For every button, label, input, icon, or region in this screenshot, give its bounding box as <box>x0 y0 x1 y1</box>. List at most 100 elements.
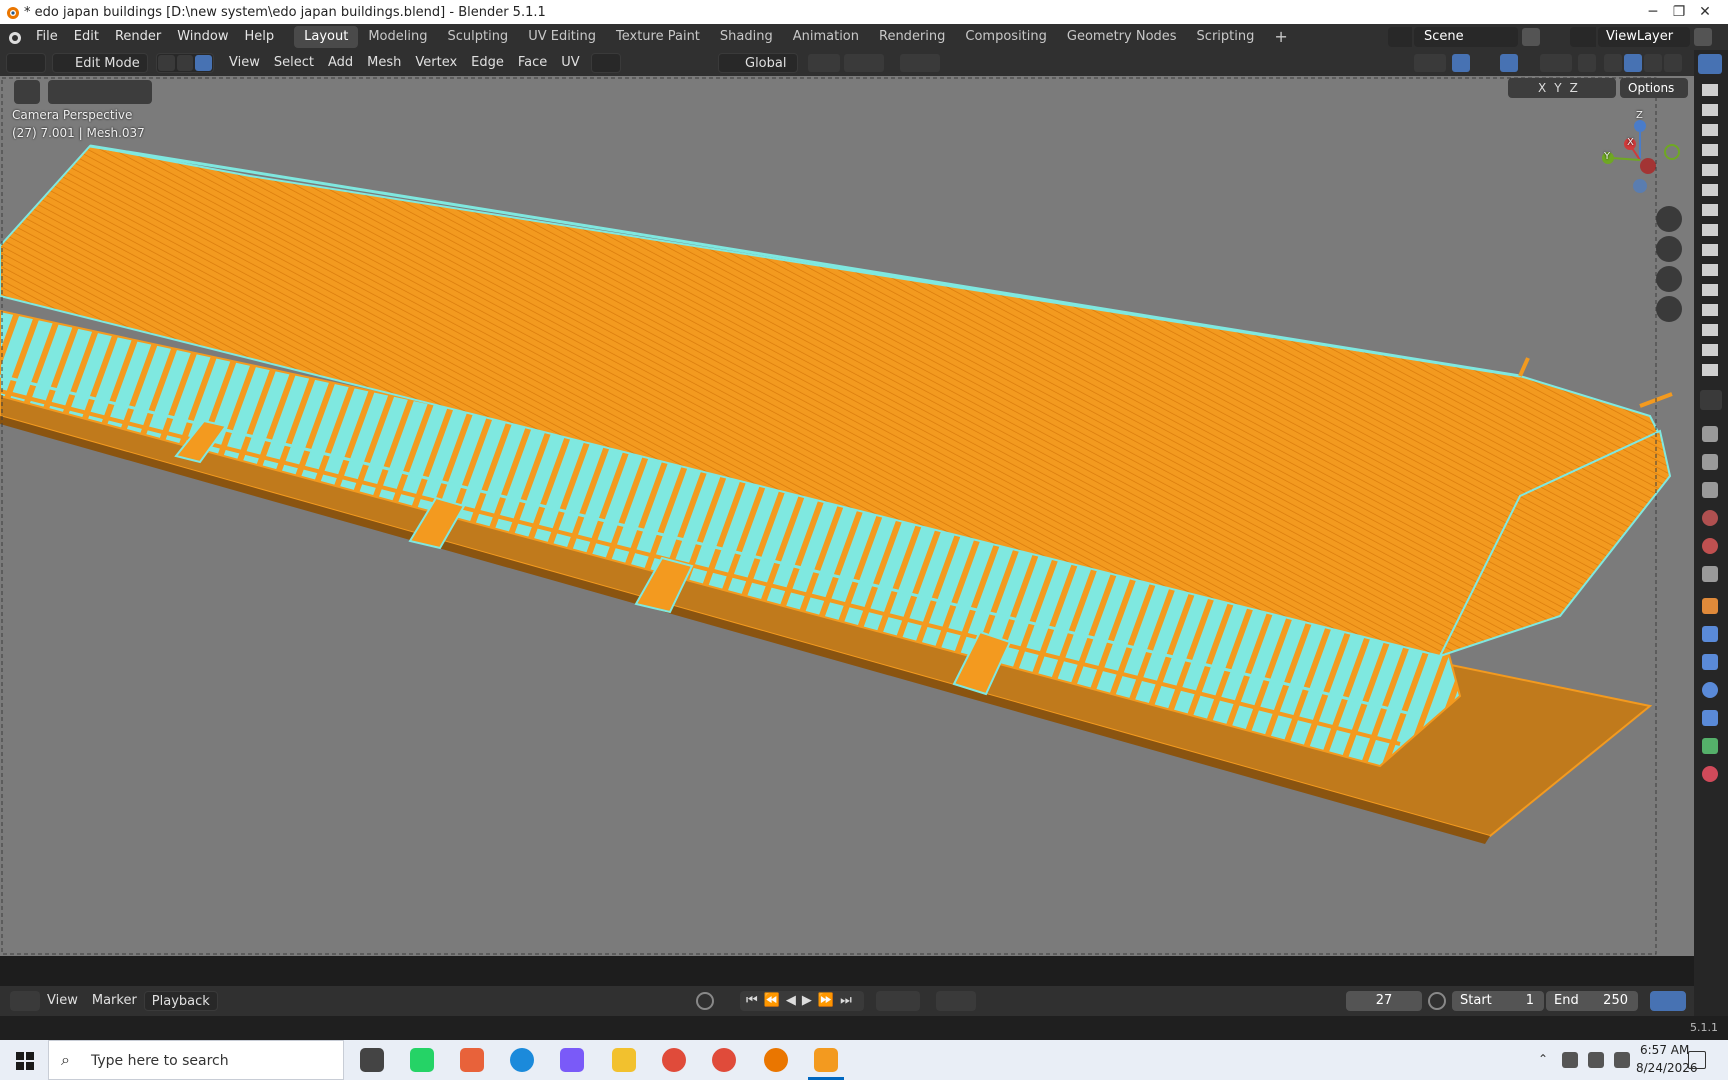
menu-uv[interactable]: UV <box>554 53 586 73</box>
menu-view[interactable]: View <box>222 53 267 73</box>
menu-help[interactable]: Help <box>237 24 283 50</box>
windows-start-icon[interactable] <box>16 1052 34 1070</box>
timeline-sync-icon[interactable] <box>1650 991 1686 1011</box>
visibility-icon[interactable] <box>1414 54 1446 72</box>
whatsapp-icon[interactable] <box>410 1048 434 1072</box>
pan-hand-icon[interactable] <box>1656 236 1682 262</box>
menu-add[interactable]: Add <box>321 53 360 73</box>
chrome-profile-icon[interactable] <box>712 1048 736 1072</box>
preview-range-icon[interactable] <box>1428 992 1446 1010</box>
add-workspace-button[interactable]: + <box>1264 26 1297 48</box>
menu-vertex[interactable]: Vertex <box>408 53 464 73</box>
tab-scripting[interactable]: Scripting <box>1187 26 1265 48</box>
tab-layout[interactable]: Layout <box>294 26 359 48</box>
timeline-editor-type-icon[interactable] <box>10 991 40 1011</box>
chrome-icon[interactable] <box>662 1048 686 1072</box>
collection-properties-icon[interactable] <box>1702 566 1718 582</box>
clock-time[interactable]: 6:57 AM <box>1640 1043 1689 1057</box>
tab-animation[interactable]: Animation <box>783 26 869 48</box>
options-dropdown[interactable]: Options <box>1620 78 1688 98</box>
end-frame-field[interactable]: End 250 <box>1546 991 1638 1011</box>
face-select-icon[interactable] <box>195 55 213 71</box>
taskbar-search-box[interactable]: ⌕ Type here to search <box>48 1040 344 1080</box>
menu-edit[interactable]: Edit <box>66 24 107 50</box>
mesh-edit-overlay-icon[interactable] <box>1540 54 1572 72</box>
close-button[interactable]: ✕ <box>1682 0 1728 24</box>
tab-sculpting[interactable]: Sculpting <box>437 26 518 48</box>
zoom-icon[interactable] <box>1656 206 1682 232</box>
particles-properties-icon[interactable] <box>1702 654 1718 670</box>
data-properties-icon[interactable] <box>1702 738 1718 754</box>
snap-icon[interactable] <box>844 54 884 72</box>
proportional-editing-icon[interactable] <box>900 54 940 72</box>
wireframe-shading-icon[interactable] <box>1604 54 1622 72</box>
lock-camera-icon[interactable] <box>1656 296 1682 322</box>
edge-select-icon[interactable] <box>176 55 194 71</box>
tab-uv-editing[interactable]: UV Editing <box>518 26 606 48</box>
menu-edge[interactable]: Edge <box>464 53 511 73</box>
current-frame-field[interactable]: 27 <box>1346 991 1422 1011</box>
menu-face[interactable]: Face <box>511 53 554 73</box>
copilot-icon[interactable] <box>560 1048 584 1072</box>
mirror-y[interactable]: Y <box>1554 81 1561 95</box>
view-layer-icon[interactable] <box>1570 27 1596 47</box>
blender-menu-icon[interactable] <box>6 29 22 45</box>
file-explorer-icon[interactable] <box>612 1048 636 1072</box>
timeline-menu-marker[interactable]: Marker <box>85 991 144 1011</box>
material-shading-icon[interactable] <box>1644 54 1662 72</box>
transform-orientation-selector[interactable]: Global <box>718 53 798 73</box>
pivot-point-icon[interactable] <box>808 54 840 72</box>
menu-mesh[interactable]: Mesh <box>360 53 408 73</box>
vertex-select-icon[interactable] <box>158 55 175 71</box>
menu-file[interactable]: File <box>28 24 66 50</box>
mirror-z[interactable]: Z <box>1570 81 1578 95</box>
xray-toggle-icon[interactable] <box>1578 54 1596 72</box>
camera-view-icon[interactable] <box>1656 266 1682 292</box>
render-properties-icon[interactable] <box>1702 426 1718 442</box>
tool-properties-icon[interactable] <box>1700 390 1722 410</box>
notifications-icon[interactable] <box>1688 1051 1706 1069</box>
mirror-x[interactable]: X <box>1538 81 1546 95</box>
outliner-icon[interactable] <box>1698 54 1722 74</box>
select-mode-buttons[interactable] <box>156 53 214 73</box>
modifier-properties-icon[interactable] <box>1702 626 1718 642</box>
task-view-icon[interactable] <box>360 1048 384 1072</box>
network-icon[interactable] <box>1588 1052 1604 1068</box>
menu-render[interactable]: Render <box>107 24 169 50</box>
blender-active-window-icon[interactable] <box>814 1048 838 1072</box>
tray-device-icon[interactable] <box>1562 1052 1578 1068</box>
auto-keying-icon[interactable] <box>696 992 714 1010</box>
overlay-toggle-icon[interactable] <box>1500 54 1518 72</box>
claude-app-icon[interactable] <box>460 1048 484 1072</box>
scene-properties-icon[interactable] <box>1702 510 1718 526</box>
view-layer-properties-icon[interactable] <box>1702 482 1718 498</box>
view-layer-field[interactable]: ViewLayer <box>1598 27 1690 47</box>
playback-controls[interactable]: ⏮⏪◀▶⏩⏭ <box>740 991 864 1011</box>
tab-compositing[interactable]: Compositing <box>955 26 1057 48</box>
tray-chevron-icon[interactable]: ⌃ <box>1538 1052 1548 1066</box>
tab-geometry-nodes[interactable]: Geometry Nodes <box>1057 26 1187 48</box>
mode-selector[interactable]: Edit Mode <box>52 53 148 73</box>
volume-icon[interactable] <box>1614 1052 1630 1068</box>
render-visibility-icons[interactable] <box>1702 84 1718 384</box>
select-tool-icon[interactable] <box>14 80 40 104</box>
scene-icon[interactable] <box>1388 27 1412 47</box>
object-properties-icon[interactable] <box>1702 598 1718 614</box>
start-frame-field[interactable]: Start 1 <box>1452 991 1544 1011</box>
new-scene-icon[interactable] <box>1522 28 1540 46</box>
tab-shading[interactable]: Shading <box>710 26 783 48</box>
physics-properties-icon[interactable] <box>1702 682 1718 698</box>
uv-sync-icon[interactable] <box>590 53 621 73</box>
edge-browser-icon[interactable] <box>510 1048 534 1072</box>
timeline-menu-playback[interactable]: Playback <box>143 991 218 1011</box>
axis-mirror-buttons[interactable]: X Y Z <box>1508 78 1616 98</box>
scene-name-field[interactable]: Scene <box>1414 27 1518 47</box>
snap-timeline-icon[interactable] <box>936 991 976 1011</box>
rendered-shading-icon[interactable] <box>1664 54 1682 72</box>
menu-window[interactable]: Window <box>169 24 236 50</box>
gizmo-z-label[interactable]: Z <box>1636 110 1643 121</box>
world-properties-icon[interactable] <box>1702 538 1718 554</box>
new-view-layer-icon[interactable] <box>1694 28 1712 46</box>
keyframe-jump-icon[interactable] <box>876 991 920 1011</box>
gizmo-y-label[interactable]: Y <box>1604 151 1610 162</box>
